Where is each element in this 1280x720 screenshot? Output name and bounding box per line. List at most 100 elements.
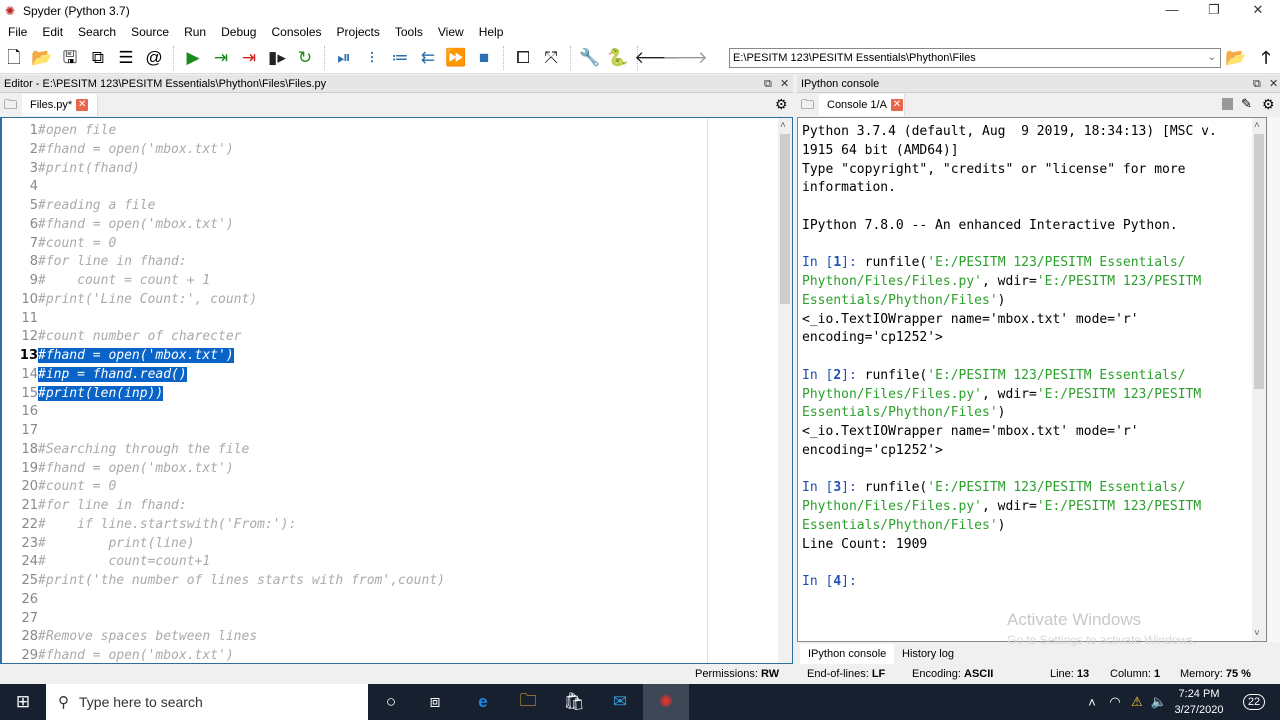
chevron-down-icon[interactable]: ⌄ (1208, 49, 1216, 67)
stop-icon[interactable]: ■ (473, 47, 495, 69)
scroll-up-icon[interactable]: ˄ (1254, 120, 1260, 131)
browse-tabs-icon[interactable]: 🗀 (4, 96, 17, 118)
task-view-icon[interactable]: ⧈ (412, 684, 458, 720)
save-all-icon[interactable]: ⧉ (87, 47, 109, 69)
tab-history-log[interactable]: History log (896, 644, 964, 664)
debug-icon[interactable]: ⏯ (333, 47, 355, 69)
store-icon[interactable]: 🛍 (551, 684, 597, 720)
menu-tools[interactable]: Tools (387, 25, 430, 39)
close-tab-icon[interactable]: ✕ (890, 99, 903, 112)
rerun-icon[interactable]: ↻ (294, 47, 316, 69)
code-line[interactable]: 20#count = 0 (2, 477, 116, 496)
browse-tabs-icon[interactable]: 🗀 (801, 96, 814, 118)
new-file-icon[interactable]: 🗋 (3, 47, 25, 69)
close-pane-icon[interactable]: ✕ (1269, 75, 1278, 93)
menu-consoles[interactable]: Consoles (263, 25, 328, 39)
code-line[interactable]: 19#fhand = open('mbox.txt') (2, 459, 233, 478)
menu-debug[interactable]: Debug (213, 25, 263, 39)
windows-start-icon[interactable]: ⊞ (0, 684, 46, 720)
clock[interactable]: 7:24 PM 3/27/2020 (1172, 686, 1226, 718)
code-line[interactable]: 10#print('Line Count:', count) (2, 290, 257, 309)
menu-edit[interactable]: Edit (34, 25, 70, 39)
ipython-console[interactable]: ˄ ˅ Python 3.7.4 (default, Aug 9 2019, 1… (797, 117, 1267, 642)
step-return-icon[interactable]: ⇇ (417, 47, 439, 69)
console-scroll-thumb[interactable] (1254, 134, 1264, 389)
code-line[interactable]: 18#Searching through the file (2, 440, 249, 459)
menu-source[interactable]: Source (123, 25, 176, 39)
code-line[interactable]: 24# count=count+1 (2, 552, 210, 571)
spyder-taskbar-icon[interactable]: ✺ (643, 684, 689, 720)
menu-search[interactable]: Search (70, 25, 123, 39)
run-icon[interactable]: ▶ (182, 47, 204, 69)
code-line[interactable]: 16 (2, 402, 38, 421)
stop-kernel-icon[interactable] (1222, 98, 1233, 110)
undock-icon[interactable]: ⧉ (1253, 75, 1261, 93)
code-line[interactable]: 25#print('the number of lines starts wit… (2, 571, 445, 590)
tab-ipython-console[interactable]: IPython console (800, 644, 894, 664)
continue-icon[interactable]: ⏩ (445, 47, 467, 69)
volume-icon[interactable]: 🔈 (1148, 684, 1170, 720)
close-button[interactable]: ✕ (1236, 0, 1280, 22)
step-icon[interactable]: ⁝ (361, 47, 383, 69)
code-line[interactable]: 11 (2, 309, 38, 328)
maximize-pane-icon[interactable]: ⧠ (512, 47, 534, 69)
edge-browser-icon[interactable]: e (460, 684, 506, 720)
code-line[interactable]: 28#Remove spaces between lines (2, 627, 257, 646)
minimize-button[interactable]: — (1150, 0, 1194, 22)
at-icon[interactable]: @ (143, 47, 165, 69)
preferences-wrench-icon[interactable]: 🔧 (579, 47, 601, 69)
code-line[interactable]: 29#fhand = open('mbox.txt') (2, 646, 233, 663)
editor-scrollbar[interactable]: ˄ (778, 118, 792, 663)
browse-folder-icon[interactable]: 📂 (1225, 47, 1247, 69)
run-cell-icon[interactable]: ⇥ (210, 47, 232, 69)
restore-button[interactable]: ❐ (1192, 0, 1236, 22)
fullscreen-icon[interactable]: ⤧ (540, 47, 562, 69)
editor-scroll-thumb[interactable] (780, 134, 790, 304)
gear-icon[interactable]: ⚙ (1262, 96, 1275, 113)
menu-run[interactable]: Run (176, 25, 213, 39)
list-icon[interactable]: ☰ (115, 47, 137, 69)
console-scrollbar[interactable]: ˄ ˅ (1252, 118, 1266, 641)
code-line[interactable]: 9# count = count + 1 (2, 271, 210, 290)
menu-view[interactable]: View (430, 25, 471, 39)
close-tab-icon[interactable]: ✕ (76, 99, 89, 112)
show-hidden-icons-chevron-up-icon[interactable]: ˄ (1080, 684, 1104, 720)
taskbar-search-box[interactable]: ⚲ Type here to search (46, 684, 368, 720)
file-explorer-icon[interactable]: 🗀 (505, 684, 551, 720)
close-pane-icon[interactable]: ✕ (780, 75, 789, 93)
code-line[interactable]: 14#inp = fhand.read() (2, 365, 187, 384)
cortana-icon[interactable]: ○ (368, 684, 414, 720)
code-line[interactable]: 3#print(fhand) (2, 159, 140, 178)
open-folder-icon[interactable]: 📂 (31, 47, 53, 69)
tab-console-1a[interactable]: Console 1/A ✕ (819, 94, 905, 116)
mail-icon[interactable]: ✉ (597, 684, 643, 720)
code-line[interactable]: 26 (2, 590, 38, 609)
code-line[interactable]: 4 (2, 177, 38, 196)
menu-file[interactable]: File (0, 25, 34, 39)
run-selection-icon[interactable]: ▮▸ (266, 47, 288, 69)
code-line[interactable]: 22# if line.startswith('From:'): (2, 515, 296, 534)
code-line[interactable]: 15#print(len(inp)) (2, 384, 164, 403)
code-line[interactable]: 13#fhand = open('mbox.txt') (2, 346, 234, 365)
code-line[interactable]: 5#reading a file (2, 196, 156, 215)
menu-projects[interactable]: Projects (329, 25, 387, 39)
scroll-up-icon[interactable]: ˄ (780, 120, 786, 131)
code-line[interactable]: 27 (2, 609, 38, 628)
notifications-icon[interactable]: 22 (1234, 684, 1274, 720)
code-line[interactable]: 21#for line in fhand: (2, 496, 186, 515)
scroll-down-icon[interactable]: ˅ (1254, 628, 1260, 639)
python-path-icon[interactable]: 🐍 (607, 47, 629, 69)
code-line[interactable]: 8#for line in fhand: (2, 252, 187, 271)
code-line[interactable]: 12#count number of charecter (2, 327, 241, 346)
parent-directory-icon[interactable]: 🡑 (1255, 47, 1277, 69)
undock-icon[interactable]: ⧉ (764, 75, 772, 93)
code-line[interactable]: 2#fhand = open('mbox.txt') (2, 140, 234, 159)
wifi-icon[interactable]: ◠ (1104, 684, 1126, 720)
run-cell-advance-icon[interactable]: ⇥ (238, 47, 260, 69)
step-into-icon[interactable]: ≔ (389, 47, 411, 69)
eraser-icon[interactable]: ✎ (1241, 96, 1252, 112)
gear-icon[interactable]: ⚙ (775, 96, 788, 113)
code-line[interactable]: 23# print(line) (2, 534, 194, 553)
save-icon[interactable]: 🖫 (59, 47, 81, 69)
working-directory-input[interactable]: E:\PESITM 123\PESITM Essentials\Phython\… (729, 48, 1221, 68)
